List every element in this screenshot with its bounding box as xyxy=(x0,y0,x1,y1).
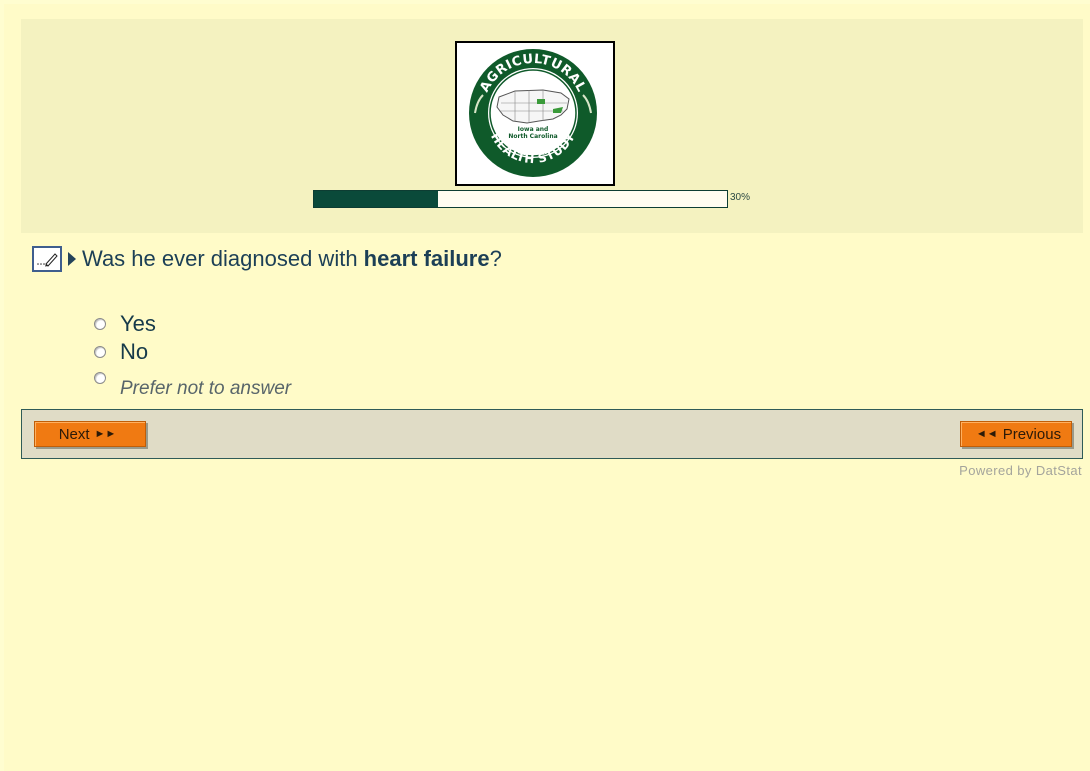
powered-by-footer: Powered by DatStat xyxy=(959,463,1082,478)
question-suffix: ? xyxy=(489,246,502,271)
option-no[interactable]: No xyxy=(94,338,291,366)
logo-center-line1: Iowa and xyxy=(518,126,549,133)
progress-bar-fill xyxy=(314,191,438,207)
option-yes-label[interactable]: Yes xyxy=(120,311,156,337)
progress-percent-label: 30% xyxy=(730,192,751,203)
radio-no[interactable] xyxy=(94,346,106,358)
answer-options: Yes No Prefer not to answer xyxy=(94,310,291,410)
option-prefer-not-to-answer[interactable]: Prefer not to answer xyxy=(94,366,291,410)
question-row: Was he ever diagnosed with heart failure… xyxy=(32,244,502,274)
annotate-button[interactable] xyxy=(32,246,62,272)
study-logo: AGRICULTURAL HEALTH STUDY Iowa and North… xyxy=(455,41,615,186)
radio-prefer-not-to-answer[interactable] xyxy=(94,372,106,384)
progress-bar xyxy=(313,190,728,208)
logo-center-line2: North Carolina xyxy=(508,133,557,140)
option-no-label[interactable]: No xyxy=(120,339,148,365)
question-emphasis: heart failure xyxy=(363,246,490,271)
next-button[interactable]: Next ►► xyxy=(34,421,146,447)
next-button-label: Next xyxy=(58,425,90,443)
question-prefix: Was he ever diagnosed with xyxy=(82,246,364,271)
option-prefer-not-to-answer-label[interactable]: Prefer not to answer xyxy=(120,378,291,400)
previous-button[interactable]: ◄◄ Previous xyxy=(960,421,1072,447)
logo-seal-icon: AGRICULTURAL HEALTH STUDY Iowa and North… xyxy=(469,49,597,177)
radio-yes[interactable] xyxy=(94,318,106,330)
survey-page: AGRICULTURAL HEALTH STUDY Iowa and North… xyxy=(4,4,1090,771)
navigation-bar: Next ►► ◄◄ Previous xyxy=(21,409,1083,459)
question-text: Was he ever diagnosed with heart failure… xyxy=(82,246,502,272)
double-chevron-right-icon: ►► xyxy=(94,428,117,440)
pencil-icon xyxy=(37,253,58,267)
play-audio-icon[interactable] xyxy=(68,252,76,266)
double-chevron-left-icon: ◄◄ xyxy=(975,428,998,440)
option-yes[interactable]: Yes xyxy=(94,310,291,338)
previous-button-label: Previous xyxy=(1002,425,1062,443)
